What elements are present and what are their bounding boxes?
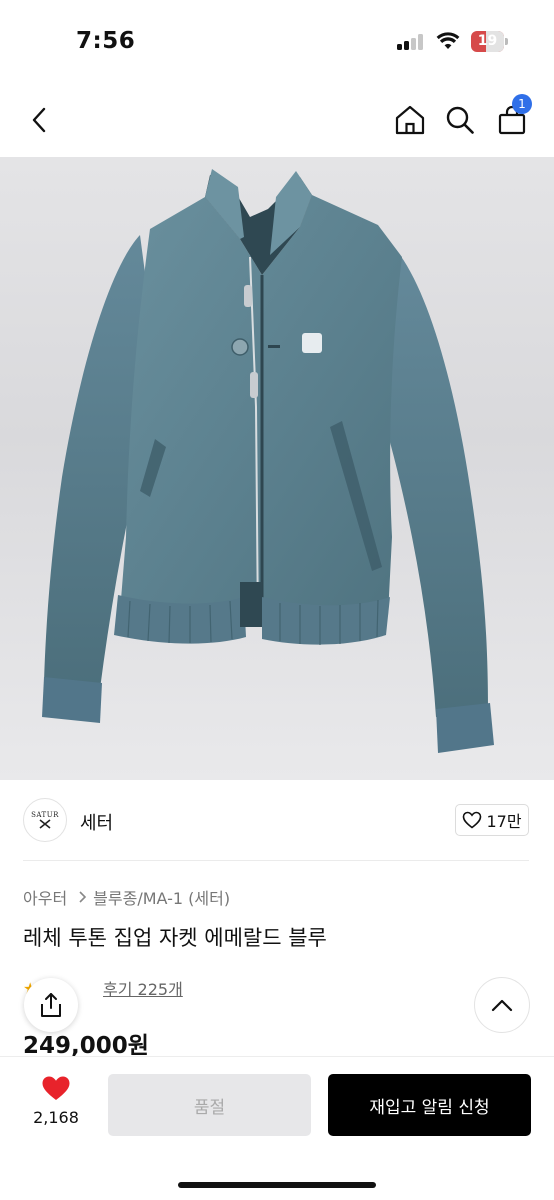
top-nav: 1 xyxy=(0,92,554,148)
jacket-image xyxy=(42,169,494,753)
breadcrumb: 아우터 블루종/MA-1 (세터) xyxy=(23,885,230,909)
heart-outline-icon xyxy=(463,811,482,829)
product-title: 레체 투톤 집업 자켓 에메랄드 블루 xyxy=(23,926,327,950)
back-icon xyxy=(32,107,46,133)
brand-row[interactable]: SATUR 세터 17만 xyxy=(0,795,554,851)
heart-filled-icon xyxy=(42,1076,70,1100)
chevron-up-icon xyxy=(491,999,513,1012)
search-icon xyxy=(446,106,474,134)
home-indicator xyxy=(178,1182,376,1188)
battery-level: 19 xyxy=(477,33,498,49)
scroll-top-button[interactable] xyxy=(474,977,530,1033)
share-button[interactable] xyxy=(24,978,78,1032)
wifi-icon xyxy=(436,31,460,51)
search-button[interactable] xyxy=(440,100,480,140)
home-icon xyxy=(395,105,425,135)
soldout-button[interactable]: 품절 xyxy=(108,1074,311,1136)
home-button[interactable] xyxy=(390,100,430,140)
brand-name[interactable]: 세터 xyxy=(80,809,113,835)
chevron-right-icon xyxy=(79,891,87,903)
review-link[interactable]: 후기 225개 xyxy=(103,976,183,1000)
back-button[interactable] xyxy=(20,100,60,140)
brand-emblem-icon xyxy=(39,819,51,829)
status-bar: 7:56 19 xyxy=(0,0,554,80)
cart-count-badge: 1 xyxy=(512,94,532,114)
share-icon xyxy=(41,993,61,1017)
cart-button[interactable]: 1 xyxy=(492,94,532,140)
wish-button[interactable]: 2,168 xyxy=(23,1075,89,1127)
breadcrumb-level1[interactable]: 아우터 xyxy=(23,885,67,909)
restock-alert-button[interactable]: 재입고 알림 신청 xyxy=(328,1074,531,1136)
brand-like-count: 17만 xyxy=(486,812,522,831)
product-price: 249,000원 xyxy=(23,1033,149,1059)
signal-icon xyxy=(397,34,427,50)
wish-count: 2,168 xyxy=(33,1108,79,1127)
bottom-action-bar: 2,168 품절 재입고 알림 신청 xyxy=(0,1056,554,1200)
breadcrumb-level2[interactable]: 블루종/MA-1 (세터) xyxy=(93,885,230,909)
brand-like-button[interactable]: 17만 xyxy=(455,804,529,836)
divider xyxy=(23,860,529,861)
brand-logo-text: SATUR xyxy=(31,811,59,819)
status-time: 7:56 xyxy=(76,28,136,54)
battery-icon: 19 xyxy=(471,31,509,52)
brand-logo[interactable]: SATUR xyxy=(23,798,67,842)
product-image[interactable] xyxy=(0,157,554,780)
